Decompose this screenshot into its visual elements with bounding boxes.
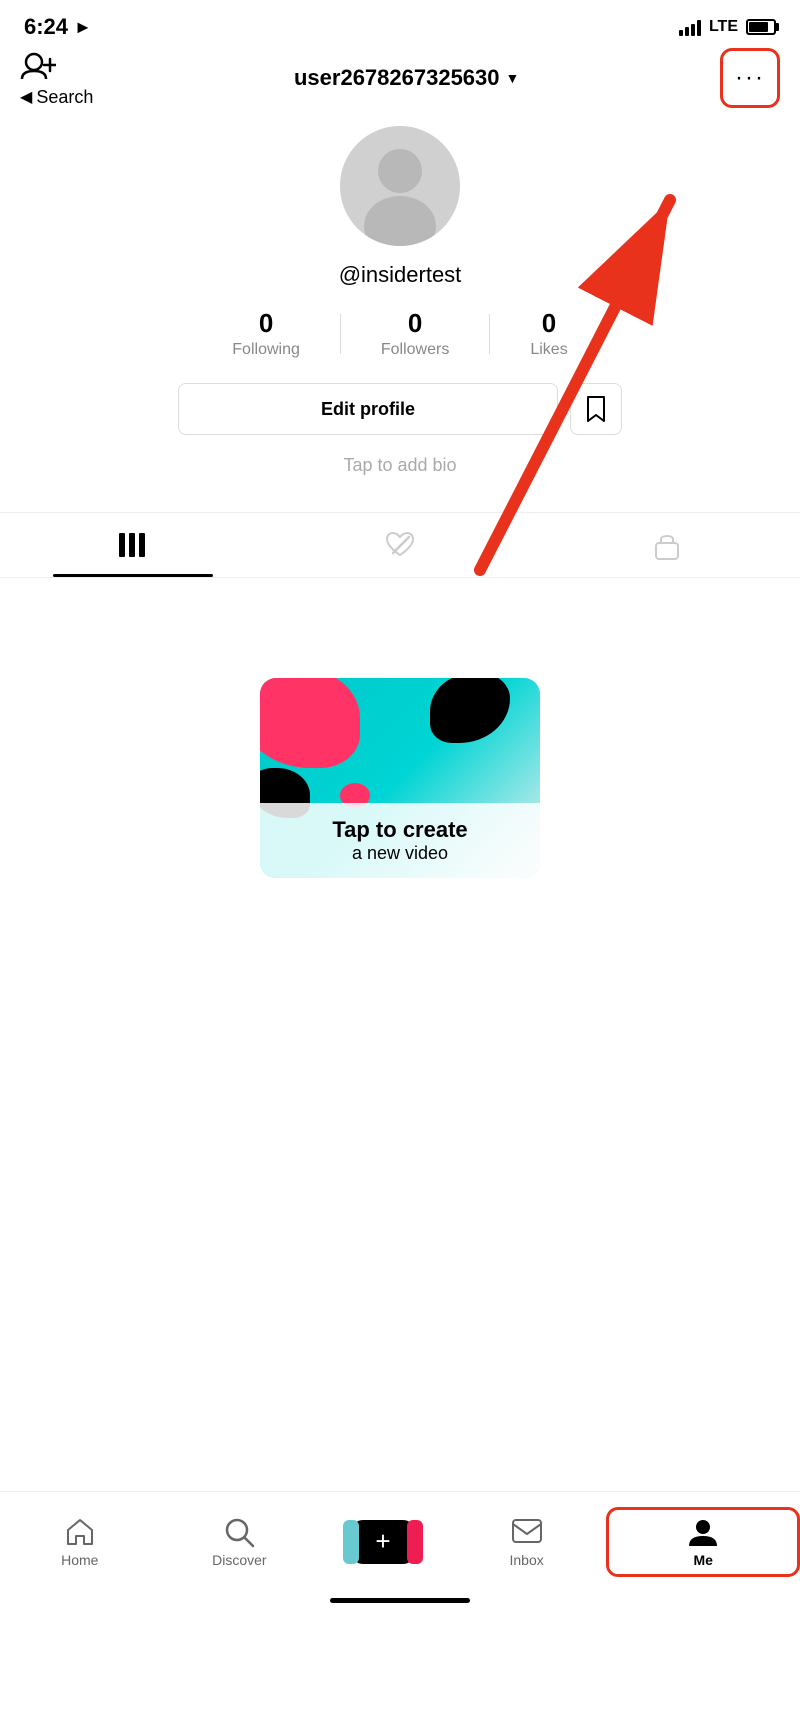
liked-icon (385, 531, 415, 559)
stats-row: 0 Following 0 Followers 0 Likes (0, 308, 800, 359)
bottom-nav: Home Discover + Inbox (0, 1491, 800, 1611)
signal-bar-3 (691, 24, 695, 36)
lte-label: LTE (709, 18, 738, 36)
likes-count: 0 (542, 308, 556, 339)
likes-stat[interactable]: 0 Likes (490, 308, 607, 359)
nav-me[interactable]: Me (606, 1507, 800, 1577)
discover-label: Discover (212, 1552, 266, 1568)
status-icons: LTE (679, 18, 776, 36)
status-bar: 6:24 ► LTE (0, 0, 800, 50)
username-text: user2678267325630 (294, 65, 500, 91)
blob-1 (260, 678, 360, 768)
tab-grid[interactable] (0, 513, 267, 577)
inbox-icon (511, 1516, 543, 1548)
lock-icon (654, 530, 680, 560)
tab-liked[interactable] (267, 513, 534, 577)
signal-bar-4 (697, 20, 701, 36)
home-label: Home (61, 1552, 98, 1568)
me-icon (687, 1516, 719, 1548)
create-plus-button[interactable]: + (351, 1520, 415, 1564)
following-count: 0 (259, 308, 273, 339)
tabs-row (0, 513, 800, 577)
avatar-svg (340, 126, 460, 246)
content-area: Tap to create a new video (0, 578, 800, 918)
bookmark-button[interactable] (570, 383, 622, 435)
home-indicator (330, 1598, 470, 1603)
signal-bar-2 (685, 27, 689, 36)
status-time: 6:24 (24, 14, 68, 40)
search-back-label: Search (36, 87, 93, 108)
avatar (340, 126, 460, 246)
plus-icon: + (375, 1526, 390, 1557)
home-icon (64, 1516, 96, 1548)
create-video-text: Tap to create a new video (260, 803, 540, 878)
likes-label: Likes (530, 341, 567, 359)
discover-icon (223, 1516, 255, 1548)
more-dots-icon: ··· (735, 64, 765, 92)
add-user-button[interactable] (20, 49, 56, 85)
profile-section: @insidertest 0 Following 0 Followers 0 L… (0, 106, 800, 512)
battery-fill (749, 22, 768, 32)
create-video-title: Tap to create (270, 817, 530, 843)
nav-create[interactable]: + (319, 1520, 447, 1564)
bio-placeholder[interactable]: Tap to add bio (343, 455, 456, 476)
following-stat[interactable]: 0 Following (192, 308, 340, 359)
battery-icon (746, 19, 776, 35)
signal-bars (679, 18, 701, 36)
me-label: Me (693, 1552, 712, 1568)
nav-inbox[interactable]: Inbox (447, 1516, 607, 1568)
profile-handle: @insidertest (339, 262, 462, 288)
blob-2 (430, 678, 510, 743)
dropdown-arrow-icon: ▼ (506, 70, 520, 86)
followers-stat[interactable]: 0 Followers (341, 308, 489, 359)
more-options-button[interactable]: ··· (720, 48, 780, 108)
followers-label: Followers (381, 341, 449, 359)
create-video-card[interactable]: Tap to create a new video (260, 678, 540, 878)
inbox-label: Inbox (509, 1552, 543, 1568)
grid-icon (118, 532, 148, 558)
bookmark-icon (584, 395, 608, 423)
location-icon: ► (74, 17, 92, 38)
back-arrow-icon: ◀ (20, 87, 32, 107)
nav-header: ◀ Search user2678267325630 ▼ ··· (0, 50, 800, 106)
signal-bar-1 (679, 30, 683, 36)
nav-home[interactable]: Home (0, 1516, 160, 1568)
edit-profile-button[interactable]: Edit profile (178, 383, 558, 435)
create-video-subtitle: a new video (270, 843, 530, 864)
followers-count: 0 (408, 308, 422, 339)
nav-discover[interactable]: Discover (160, 1516, 320, 1568)
back-search-button[interactable]: ◀ Search (20, 87, 93, 108)
tab-private[interactable] (533, 513, 800, 577)
action-buttons: Edit profile (0, 383, 800, 435)
add-user-icon (20, 49, 56, 85)
following-label: Following (232, 341, 300, 359)
username-dropdown-button[interactable]: user2678267325630 ▼ (294, 65, 519, 91)
